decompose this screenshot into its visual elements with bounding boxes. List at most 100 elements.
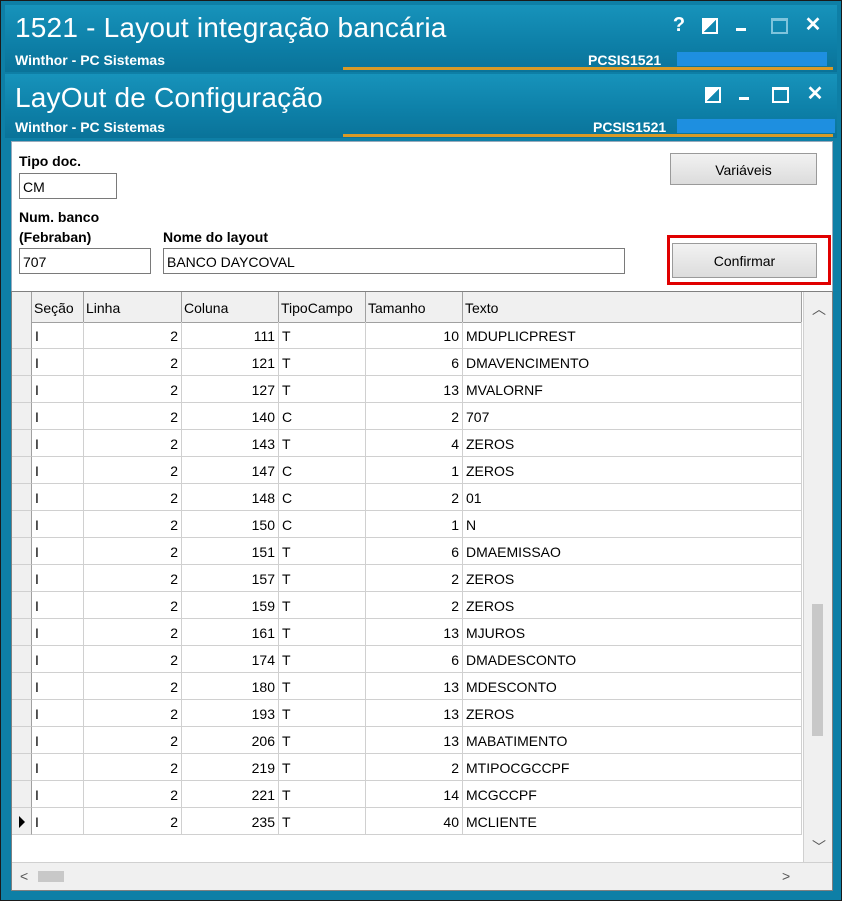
row-indicator[interactable] bbox=[12, 322, 32, 349]
row-indicator[interactable] bbox=[12, 646, 32, 673]
cell-texto[interactable]: MDESCONTO bbox=[463, 673, 802, 700]
cell-tipocampo[interactable]: T bbox=[279, 619, 366, 646]
cell-secao[interactable]: I bbox=[32, 457, 84, 484]
cell-tamanho[interactable]: 1 bbox=[366, 511, 463, 538]
table-row[interactable]: I 2 111 T 10 MDUPLICPREST bbox=[12, 322, 802, 349]
table-row[interactable]: I 2 150 C 1 N bbox=[12, 511, 802, 538]
cell-secao[interactable]: I bbox=[32, 349, 84, 376]
cell-coluna[interactable]: 121 bbox=[182, 349, 279, 376]
cell-coluna[interactable]: 140 bbox=[182, 403, 279, 430]
cell-linha[interactable]: 2 bbox=[84, 781, 182, 808]
cell-secao[interactable]: I bbox=[32, 619, 84, 646]
table-row[interactable]: I 2 157 T 2 ZEROS bbox=[12, 565, 802, 592]
cell-coluna[interactable]: 219 bbox=[182, 754, 279, 781]
vertical-scrollbar[interactable]: ︿ ﹀ bbox=[803, 292, 832, 862]
header-linha[interactable]: Linha bbox=[84, 292, 182, 322]
row-indicator[interactable] bbox=[12, 727, 32, 754]
maximize-icon[interactable] bbox=[767, 13, 791, 40]
cell-tamanho[interactable]: 40 bbox=[366, 808, 463, 835]
cell-tipocampo[interactable]: C bbox=[279, 511, 366, 538]
restore-icon[interactable] bbox=[698, 13, 722, 40]
row-indicator[interactable] bbox=[12, 619, 32, 646]
cell-coluna[interactable]: 174 bbox=[182, 646, 279, 673]
cell-texto[interactable]: ZEROS bbox=[463, 430, 802, 457]
cell-coluna[interactable]: 161 bbox=[182, 619, 279, 646]
cell-tamanho[interactable]: 14 bbox=[366, 781, 463, 808]
cell-tipocampo[interactable]: T bbox=[279, 592, 366, 619]
cell-coluna[interactable]: 111 bbox=[182, 322, 279, 349]
row-indicator[interactable] bbox=[12, 808, 32, 835]
cell-texto[interactable]: DMAVENCIMENTO bbox=[463, 349, 802, 376]
cell-tipocampo[interactable]: T bbox=[279, 349, 366, 376]
table-row[interactable]: I 2 121 T 6 DMAVENCIMENTO bbox=[12, 349, 802, 376]
cell-secao[interactable]: I bbox=[32, 646, 84, 673]
cell-tipocampo[interactable]: T bbox=[279, 754, 366, 781]
cell-coluna[interactable]: 148 bbox=[182, 484, 279, 511]
row-indicator[interactable] bbox=[12, 565, 32, 592]
header-texto[interactable]: Texto bbox=[463, 292, 802, 322]
cell-linha[interactable]: 2 bbox=[84, 376, 182, 403]
table-row[interactable]: I 2 159 T 2 ZEROS bbox=[12, 592, 802, 619]
cell-coluna[interactable]: 180 bbox=[182, 673, 279, 700]
cell-texto[interactable]: MCGCCPF bbox=[463, 781, 802, 808]
variaveis-button[interactable]: Variáveis bbox=[670, 153, 817, 185]
cell-tamanho[interactable]: 6 bbox=[366, 646, 463, 673]
cell-coluna[interactable]: 193 bbox=[182, 700, 279, 727]
cell-tipocampo[interactable]: T bbox=[279, 781, 366, 808]
cell-secao[interactable]: I bbox=[32, 700, 84, 727]
cell-texto[interactable]: DMAEMISSAO bbox=[463, 538, 802, 565]
header-tamanho[interactable]: Tamanho bbox=[366, 292, 463, 322]
row-indicator[interactable] bbox=[12, 673, 32, 700]
header-tipocampo[interactable]: TipoCampo bbox=[279, 292, 366, 322]
cell-coluna[interactable]: 147 bbox=[182, 457, 279, 484]
cell-linha[interactable]: 2 bbox=[84, 646, 182, 673]
row-indicator[interactable] bbox=[12, 403, 32, 430]
close-icon[interactable]: ✕ bbox=[801, 13, 825, 37]
scroll-down-icon[interactable]: ﹀ bbox=[812, 840, 826, 854]
restore-icon[interactable] bbox=[701, 82, 725, 109]
cell-tamanho[interactable]: 2 bbox=[366, 565, 463, 592]
cell-coluna[interactable]: 235 bbox=[182, 808, 279, 835]
cell-secao[interactable]: I bbox=[32, 808, 84, 835]
cell-linha[interactable]: 2 bbox=[84, 349, 182, 376]
horizontal-scroll-thumb[interactable] bbox=[38, 871, 64, 882]
cell-linha[interactable]: 2 bbox=[84, 619, 182, 646]
row-indicator[interactable] bbox=[12, 376, 32, 403]
cell-texto[interactable]: ZEROS bbox=[463, 700, 802, 727]
minimize-icon[interactable] bbox=[729, 13, 753, 37]
row-indicator[interactable] bbox=[12, 430, 32, 457]
cell-linha[interactable]: 2 bbox=[84, 430, 182, 457]
cell-texto[interactable]: ZEROS bbox=[463, 592, 802, 619]
cell-coluna[interactable]: 159 bbox=[182, 592, 279, 619]
close-icon[interactable]: ✕ bbox=[803, 82, 827, 106]
cell-texto[interactable]: MTIPOCGCCPF bbox=[463, 754, 802, 781]
cell-tamanho[interactable]: 4 bbox=[366, 430, 463, 457]
table-row[interactable]: I 2 127 T 13 MVALORNF bbox=[12, 376, 802, 403]
cell-tamanho[interactable]: 2 bbox=[366, 592, 463, 619]
table-row[interactable]: I 2 180 T 13 MDESCONTO bbox=[12, 673, 802, 700]
cell-linha[interactable]: 2 bbox=[84, 754, 182, 781]
cell-texto[interactable]: DMADESCONTO bbox=[463, 646, 802, 673]
cell-linha[interactable]: 2 bbox=[84, 484, 182, 511]
cell-linha[interactable]: 2 bbox=[84, 808, 182, 835]
row-indicator[interactable] bbox=[12, 349, 32, 376]
header-coluna[interactable]: Coluna bbox=[182, 292, 279, 322]
cell-linha[interactable]: 2 bbox=[84, 700, 182, 727]
layout-grid[interactable]: Seção Linha Coluna TipoCampo Tamanho Tex… bbox=[11, 291, 833, 891]
cell-tipocampo[interactable]: T bbox=[279, 322, 366, 349]
scroll-up-icon[interactable]: ︿ bbox=[812, 302, 826, 316]
cell-coluna[interactable]: 150 bbox=[182, 511, 279, 538]
scroll-right-icon[interactable]: > bbox=[782, 869, 790, 883]
cell-tamanho[interactable]: 10 bbox=[366, 322, 463, 349]
maximize-icon[interactable] bbox=[768, 82, 792, 109]
cell-tipocampo[interactable]: T bbox=[279, 376, 366, 403]
table-row[interactable]: I 2 174 T 6 DMADESCONTO bbox=[12, 646, 802, 673]
table-row[interactable]: I 2 206 T 13 MABATIMENTO bbox=[12, 727, 802, 754]
table-row[interactable]: I 2 219 T 2 MTIPOCGCCPF bbox=[12, 754, 802, 781]
horizontal-scrollbar[interactable]: < > bbox=[12, 862, 832, 890]
vertical-scroll-thumb[interactable] bbox=[812, 604, 823, 736]
help-icon[interactable]: ? bbox=[667, 13, 691, 37]
cell-tamanho[interactable]: 6 bbox=[366, 538, 463, 565]
cell-coluna[interactable]: 221 bbox=[182, 781, 279, 808]
cell-tipocampo[interactable]: T bbox=[279, 727, 366, 754]
